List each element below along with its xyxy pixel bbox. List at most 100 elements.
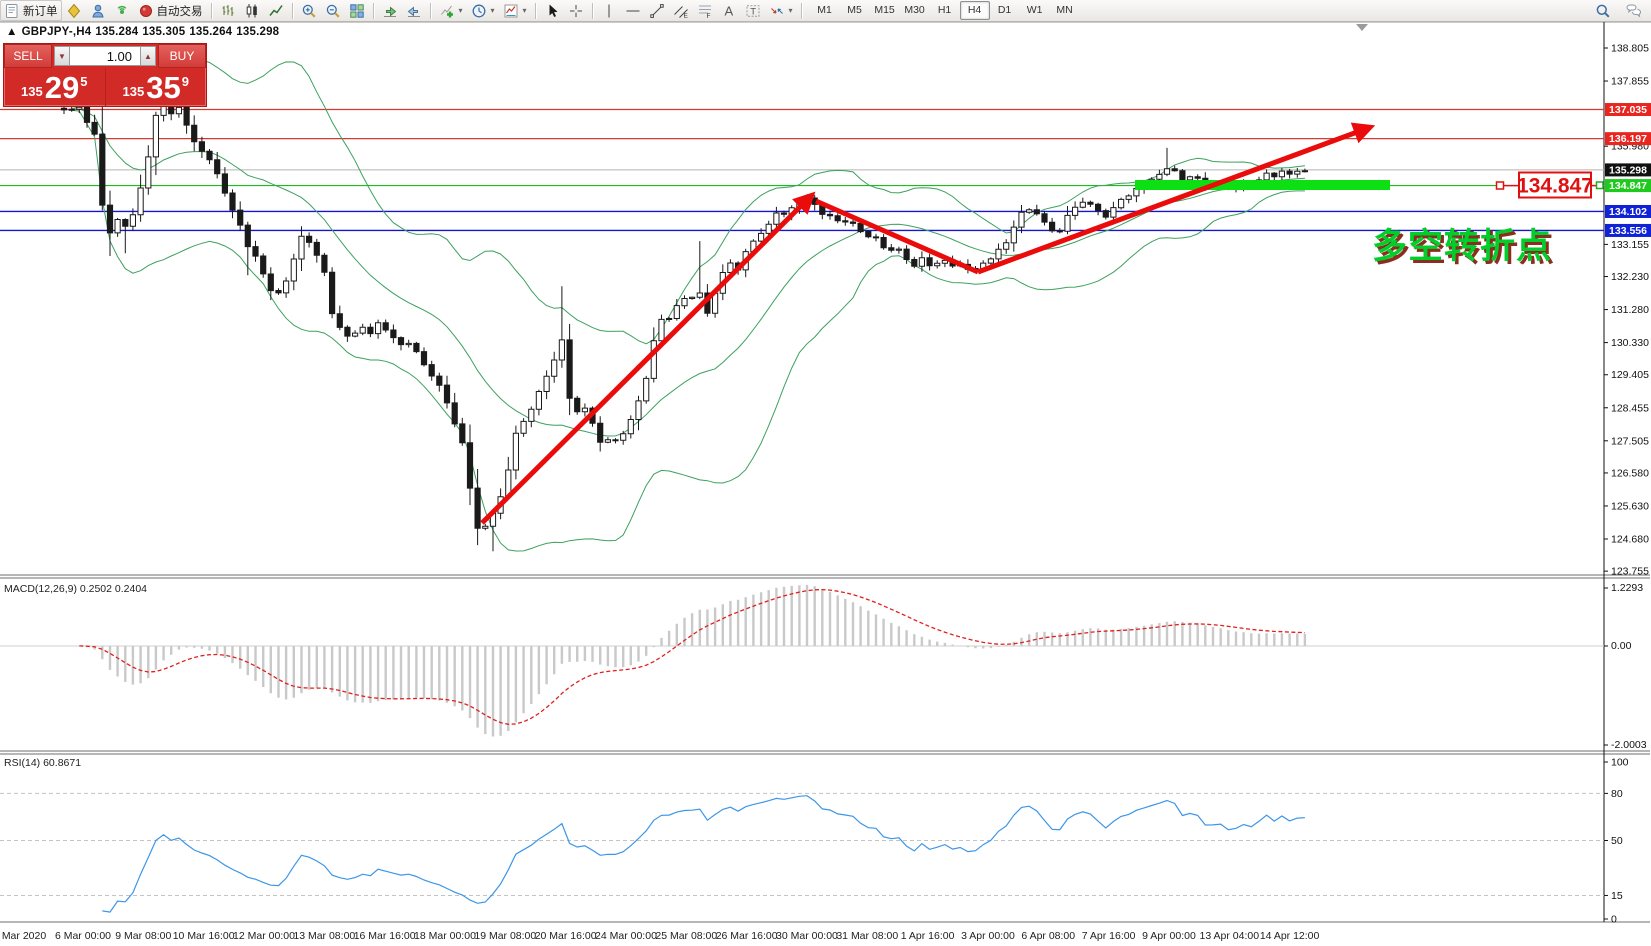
timeframe-button-m1[interactable]: M1	[810, 1, 840, 20]
toolbar-right-icons	[1591, 0, 1645, 21]
timeframe-button-mn[interactable]: MN	[1050, 1, 1080, 20]
trendline-icon	[649, 3, 665, 19]
sell-button[interactable]: SELL	[4, 44, 52, 68]
low-value: 135.264	[189, 26, 232, 38]
price-axis-badge-text: 136.197	[1609, 133, 1647, 145]
timeframe-button-m30[interactable]: M30	[900, 1, 930, 20]
sell-price[interactable]: 135295	[4, 68, 106, 106]
price-axis-badge-text: 133.556	[1609, 225, 1647, 237]
community-icon	[90, 3, 106, 19]
signals-button[interactable]	[110, 0, 134, 21]
time-axis-label: 6 Apr 08:00	[1021, 930, 1075, 942]
price-axis-label: 125.630	[1611, 500, 1649, 512]
shapes-icon	[769, 3, 785, 19]
text-label-button[interactable]: T	[741, 0, 765, 21]
time-axis-label: 13 Mar 08:00	[293, 930, 355, 942]
time-axis-label: 9 Apr 00:00	[1142, 930, 1196, 942]
timeframe-button-h1[interactable]: H1	[930, 1, 960, 20]
volume-input[interactable]	[70, 46, 140, 66]
price-axis-badge-text: 134.102	[1609, 206, 1647, 218]
indicators-icon	[439, 3, 455, 19]
chevron-down-icon[interactable]: ▾	[789, 6, 793, 15]
tile-windows-button[interactable]	[345, 0, 369, 21]
funds-button[interactable]	[62, 0, 86, 21]
chevron-down-icon[interactable]: ▾	[459, 6, 463, 15]
vertical-line-button[interactable]	[597, 0, 621, 21]
close-value: 135.298	[236, 26, 279, 38]
chevron-down-icon[interactable]: ▾	[523, 6, 527, 15]
zoom-in-icon	[301, 3, 317, 19]
fibonacci-button[interactable]: F	[693, 0, 717, 21]
bar-chart-button[interactable]	[216, 0, 240, 21]
chart-ohlc-title: ▲GBPJPY-,H4135.284135.305135.264135.298	[6, 26, 283, 38]
text-button[interactable]: A	[717, 0, 741, 21]
toolbar-separator	[801, 3, 802, 19]
time-axis-label: 19 Mar 08:00	[474, 930, 536, 942]
zoom-out-button[interactable]	[321, 0, 345, 21]
chart-shift-button[interactable]	[402, 0, 426, 21]
rsi-axis-label: 15	[1611, 890, 1623, 902]
one-click-panel-toggle[interactable]: ▲	[6, 26, 18, 38]
sell-pips: 29	[45, 73, 79, 103]
volume-decrease-button[interactable]: ▼	[54, 46, 70, 66]
signals-icon	[114, 3, 130, 19]
timeframe-button-w1[interactable]: W1	[1020, 1, 1050, 20]
mt4-window: 新订单 自动交易 ▾ ▾ ▾ EFAT ▾ M1M5M15M30H1H4D1W1MN 134.…	[0, 0, 1651, 946]
templates-icon	[503, 3, 519, 19]
timeframe-button-h4[interactable]: H4	[960, 1, 990, 20]
search-icon	[1595, 3, 1611, 19]
candlestick-button[interactable]	[240, 0, 264, 21]
periods-button[interactable]: ▾	[467, 0, 499, 21]
auto-scroll-button[interactable]	[378, 0, 402, 21]
price-axis-label: 132.230	[1611, 271, 1649, 283]
timeframe-button-m5[interactable]: M5	[840, 1, 870, 20]
symbol-period-label: GBPJPY-,H4	[22, 26, 92, 38]
trendline-button[interactable]	[645, 0, 669, 21]
channel-icon: E	[673, 3, 689, 19]
buy-pips: 35	[146, 73, 180, 103]
buy-button[interactable]: BUY	[158, 44, 206, 68]
macd-axis-label: 1.2293	[1611, 582, 1643, 594]
community-button[interactable]	[86, 0, 110, 21]
buy-price[interactable]: 135359	[106, 68, 207, 106]
time-axis: Mar 20206 Mar 00:009 Mar 08:0010 Mar 16:…	[2, 930, 1320, 942]
zoom-in-button[interactable]	[297, 0, 321, 21]
timeframe-button-m15[interactable]: M15	[870, 1, 900, 20]
chart-canvas[interactable]: 134.847多空转折点多空转折点138.805137.855135.98013…	[0, 0, 1651, 946]
templates-button[interactable]: ▾	[499, 0, 531, 21]
buy-pipette: 9	[182, 74, 189, 89]
search-button[interactable]	[1591, 0, 1615, 21]
crosshair-button[interactable]	[564, 0, 588, 21]
time-axis-label: 12 Mar 00:00	[233, 930, 295, 942]
line-chart-icon	[268, 3, 284, 19]
autotrading-button-label: 自动交易	[157, 3, 203, 19]
chevron-down-icon[interactable]: ▾	[491, 6, 495, 15]
volume-increase-button[interactable]: ▲	[140, 46, 156, 66]
indicators-button[interactable]: ▾	[435, 0, 467, 21]
chat-button[interactable]	[1621, 0, 1645, 21]
horizontal-line-button[interactable]	[621, 0, 645, 21]
macd-axis-label: -2.0003	[1611, 739, 1647, 751]
auto-scroll-icon	[382, 3, 398, 19]
arrows-shapes-button[interactable]: ▾	[765, 0, 797, 21]
time-axis-label: 16 Mar 16:00	[354, 930, 416, 942]
open-value: 135.284	[95, 26, 138, 38]
bull-bear-turning-point-note[interactable]: 多空转折点多空转折点	[1372, 227, 1555, 269]
new-order-button[interactable]: 新订单	[0, 0, 62, 21]
price-axis-label: 124.680	[1611, 533, 1649, 545]
price-axis-label: 127.505	[1611, 435, 1649, 447]
toolbar-separator	[292, 3, 293, 19]
buy-big-figure: 135	[123, 84, 145, 99]
cursor-button[interactable]	[540, 0, 564, 21]
chat-icon	[1625, 3, 1641, 19]
support-zone-band[interactable]	[1135, 180, 1390, 190]
callout-price-text: 134.847	[1517, 175, 1593, 198]
time-axis-label: 13 Apr 04:00	[1199, 930, 1259, 942]
one-click-trading-panel: SELL ▼ ▲ BUY 135295 135359	[3, 43, 207, 107]
autotrading-button[interactable]: 自动交易	[134, 0, 207, 21]
line-chart-button[interactable]	[264, 0, 288, 21]
timeframe-button-d1[interactable]: D1	[990, 1, 1020, 20]
equidistant-channel-button[interactable]: E	[669, 0, 693, 21]
new-order-button-label: 新订单	[23, 3, 58, 19]
time-axis-label: 1 Apr 16:00	[901, 930, 955, 942]
